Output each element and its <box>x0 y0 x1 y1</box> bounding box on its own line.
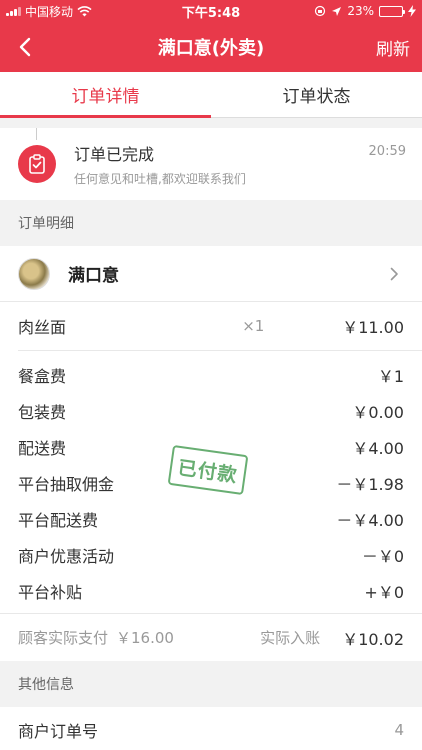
lock-rotation-icon <box>315 5 326 17</box>
shop-name: 满口意 <box>68 266 119 286</box>
fee-value: ￥0.00 <box>352 403 404 422</box>
fee-value: －￥1.98 <box>336 475 404 494</box>
timeline-line <box>36 128 37 140</box>
shop-avatar <box>18 257 50 290</box>
shop-row[interactable]: 满口意 <box>0 246 422 302</box>
back-button[interactable] <box>0 22 50 72</box>
tab-order-status[interactable]: 订单状态 <box>211 72 422 117</box>
fee-value: －￥4.00 <box>336 511 404 530</box>
order-detail-card: 满口意 肉丝面 ×1 ￥11.00 餐盒费 ￥1 包装费 ￥0.00 配送费 ￥… <box>0 246 422 661</box>
fee-value: －￥0 <box>361 547 404 566</box>
fee-label: 包装费 <box>18 403 67 422</box>
fee-label: 餐盒费 <box>18 367 67 386</box>
battery-icon <box>379 5 405 17</box>
fee-row: 餐盒费 ￥1 <box>0 357 422 393</box>
order-status-card: 订单已完成 任何意见和吐槽,都欢迎联系我们 20:59 <box>0 128 422 200</box>
merchant-order-number-row: 商户订单号 4 <box>0 707 422 750</box>
nav-bar: 满口意(外卖) 刷新 <box>0 22 422 72</box>
customer-paid-label: 顾客实际支付 <box>18 629 109 647</box>
carrier-label: 中国移动 <box>25 4 74 19</box>
fee-row: 平台配送费 －￥4.00 <box>0 501 422 537</box>
actual-income-value: ￥10.02 <box>342 629 404 649</box>
payment-summary-row: 顾客实际支付 ￥16.00 实际入账 ￥10.02 <box>0 613 422 661</box>
fee-label: 商户优惠活动 <box>18 547 115 566</box>
actual-income-label: 实际入账 <box>260 629 321 647</box>
fee-value: ￥4.00 <box>352 439 404 458</box>
tab-bar: 订单详情 订单状态 <box>0 72 422 118</box>
customer-paid-value: ￥16.00 <box>116 629 174 647</box>
page-title: 满口意(外卖) <box>157 38 265 59</box>
order-detail-page: 中国移动 下午5:48 23% 满口意(外卖) 刷新 订单详情 订单状态 订单已… <box>0 0 422 750</box>
order-status-time: 20:59 <box>368 144 406 159</box>
fee-row: 商户优惠活动 －￥0 <box>0 537 422 573</box>
fee-value: ￥1 <box>377 367 404 386</box>
order-status-subtitle: 任何意见和吐槽,都欢迎联系我们 <box>74 172 246 186</box>
clipboard-check-icon <box>18 145 56 183</box>
fee-row: 平台补贴 +￥0 <box>0 573 422 609</box>
item-name: 肉丝面 <box>18 318 67 337</box>
charging-icon <box>408 5 416 17</box>
item-price: ￥11.00 <box>342 318 404 337</box>
refresh-button[interactable]: 刷新 <box>364 35 422 60</box>
fee-label: 平台补贴 <box>18 583 83 602</box>
battery-percent: 23% <box>347 4 374 18</box>
chevron-right-icon <box>390 267 404 281</box>
tab-order-detail[interactable]: 订单详情 <box>0 72 211 118</box>
fee-value: +￥0 <box>364 583 404 602</box>
merchant-order-number-label: 商户订单号 <box>18 722 99 741</box>
signal-icon <box>6 6 21 16</box>
fee-row: 包装费 ￥0.00 <box>0 393 422 429</box>
item-quantity: ×1 <box>242 317 265 335</box>
wifi-icon <box>77 5 92 16</box>
back-arrow-icon <box>19 37 31 57</box>
status-bar-left: 中国移动 <box>6 3 92 20</box>
merchant-order-number-value: 4 <box>394 721 404 739</box>
other-info-header: 其他信息 <box>0 661 422 707</box>
status-bar: 中国移动 下午5:48 23% <box>0 0 422 22</box>
order-item-row: 肉丝面 ×1 ￥11.00 <box>0 302 422 350</box>
status-bar-right: 23% <box>314 4 416 18</box>
location-icon <box>332 6 342 16</box>
order-status-title: 订单已完成 <box>74 145 155 164</box>
order-detail-header: 订单明细 <box>0 200 422 246</box>
order-status-text: 订单已完成 任何意见和吐槽,都欢迎联系我们 <box>74 141 369 187</box>
fee-label: 平台配送费 <box>18 511 99 530</box>
